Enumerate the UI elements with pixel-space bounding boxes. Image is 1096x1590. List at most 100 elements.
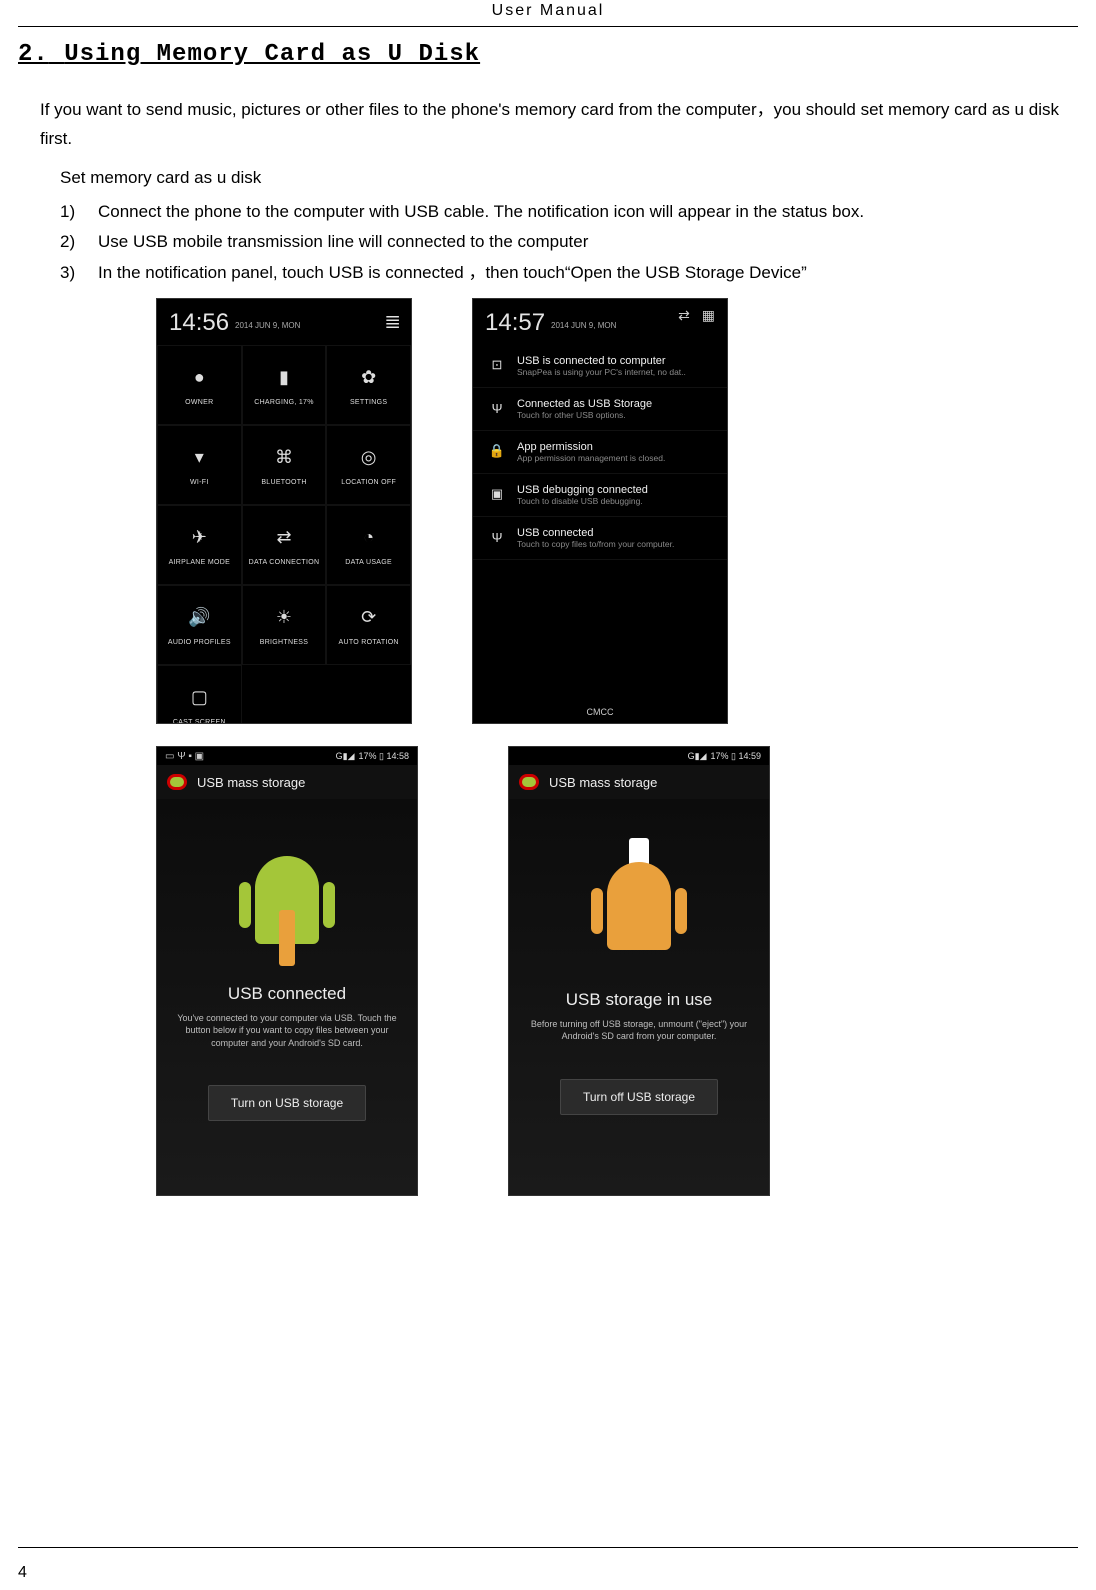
lock-icon: 🔒 xyxy=(487,441,507,461)
date: 2014 JUN 9, MON xyxy=(235,321,300,330)
tile-data-connection[interactable]: ⇄DATA CONNECTION xyxy=(242,505,327,585)
screenshot-notifications: 14:57 2014 JUN 9, MON ⇄ ▦ ⊡USB is connec… xyxy=(472,298,728,724)
tile-brightness[interactable]: ☀ BRIGHTNESS xyxy=(242,585,327,665)
tile-label: BRIGHTNESS xyxy=(260,639,309,646)
section-number: 2. xyxy=(18,41,49,68)
android-robot-icon xyxy=(593,864,685,974)
status-bar: ▭ Ψ ▪ ▣ G▮◢ 17% ▯ 14:58 xyxy=(157,747,417,765)
notif-subtitle: Touch to disable USB debugging. xyxy=(517,496,713,506)
notification-app-permission[interactable]: 🔒 App permissionApp permission management… xyxy=(473,431,727,474)
screenshot-usb-in-use: G▮◢ 17% ▯ 14:59 USB mass storage USB sto… xyxy=(508,746,770,1196)
audio-icon: 🔊 xyxy=(186,605,212,631)
usb-icon: Ψ xyxy=(487,527,507,547)
notif-title: USB debugging connected xyxy=(517,484,713,496)
android-robot-icon xyxy=(241,858,333,968)
step-1-text: Connect the phone to the computer with U… xyxy=(98,197,1078,228)
battery-status: 17% ▯ 14:58 xyxy=(359,751,410,762)
header-title: User Manual xyxy=(18,0,1078,20)
step-1: 1)Connect the phone to the computer with… xyxy=(60,197,1078,228)
step-3-text: In the notification panel, touch USB is … xyxy=(98,258,1078,289)
gear-icon: ✿ xyxy=(356,365,382,391)
turn-off-usb-button[interactable]: Turn off USB storage xyxy=(560,1079,718,1115)
location-icon: ◎ xyxy=(356,445,382,471)
tile-label: OWNER xyxy=(185,399,213,406)
tile-label: SETTINGS xyxy=(350,399,387,406)
screenshot-usb-connected: ▭ Ψ ▪ ▣ G▮◢ 17% ▯ 14:58 USB mass storage… xyxy=(156,746,418,1196)
notif-subtitle: SnapPea is using your PC's internet, no … xyxy=(517,367,713,377)
tile-label: WI-FI xyxy=(190,479,209,486)
title-bar: USB mass storage xyxy=(157,765,417,799)
notifications-list: ⊡ USB is connected to computerSnapPea is … xyxy=(473,345,727,560)
usb-description: You've connected to your computer via US… xyxy=(177,1012,397,1050)
tile-data-usage[interactable]: ◔ DATA USAGE xyxy=(326,505,411,585)
tile-label: CAST SCREEN xyxy=(173,719,226,725)
tile-location[interactable]: ◎ LOCATION OFF xyxy=(326,425,411,505)
android-icon xyxy=(519,774,539,790)
avatar-icon: ● xyxy=(186,365,212,391)
usb-icon: Ψ xyxy=(487,398,507,418)
rotation-icon: ⟳ xyxy=(356,605,382,631)
intro-paragraph: If you want to send music, pictures or o… xyxy=(40,96,1078,154)
status-bar: G▮◢ 17% ▯ 14:59 xyxy=(509,747,769,765)
tile-rotation[interactable]: ⟳ AUTO ROTATION xyxy=(326,585,411,665)
notif-title: Connected as USB Storage xyxy=(517,398,713,410)
tile-charging[interactable]: ▮CHARGING, 17% xyxy=(242,345,327,425)
battery-status: 17% ▯ 14:59 xyxy=(711,751,762,762)
tile-audio[interactable]: 🔊 AUDIO PROFILES xyxy=(157,585,242,665)
tiles-grid: ● OWNER ▮CHARGING, 17% ✿ SETTINGS ▾ WI-FI ⌘… xyxy=(157,345,411,723)
battery-icon: ▮ xyxy=(271,365,297,391)
tile-airplane[interactable]: ✈ AIRPLANE MODE xyxy=(157,505,242,585)
screenshot-quick-settings: 14:56 2014 JUN 9, MON ≣ ● OWNER ▮CHARGING… xyxy=(156,298,412,724)
notif-subtitle: App permission management is closed. xyxy=(517,453,713,463)
tile-label: AIRPLANE MODE xyxy=(169,559,230,566)
subheading: Set memory card as u disk xyxy=(60,164,1078,193)
usb-icon: ⊡ xyxy=(487,355,507,375)
tile-label: BLUETOOTH xyxy=(261,479,306,486)
date: 2014 JUN 9, MON xyxy=(551,321,616,330)
notif-subtitle: Touch to copy files to/from your compute… xyxy=(517,539,713,549)
title-text: USB mass storage xyxy=(197,775,305,790)
step-3: 3)In the notification panel, touch USB i… xyxy=(60,258,1078,289)
turn-on-usb-button[interactable]: Turn on USB storage xyxy=(208,1085,366,1121)
tile-owner[interactable]: ● OWNER xyxy=(157,345,242,425)
signal-icon: G▮◢ xyxy=(688,751,707,762)
step-2: 2)Use USB mobile transmission line will … xyxy=(60,227,1078,258)
page-number: 4 xyxy=(18,1564,27,1582)
clock: 14:56 xyxy=(169,309,229,337)
debug-icon: ▣ xyxy=(487,484,507,504)
title-bar: USB mass storage xyxy=(509,765,769,799)
tile-label: LOCATION OFF xyxy=(341,479,396,486)
notif-title: App permission xyxy=(517,441,713,453)
notification-usb-pc[interactable]: ⊡ USB is connected to computerSnapPea is … xyxy=(473,345,727,388)
tile-label: DATA CONNECTION xyxy=(249,559,320,566)
title-text: USB mass storage xyxy=(549,775,657,790)
usb-description: Before turning off USB storage, unmount … xyxy=(529,1018,749,1043)
wifi-icon: ▾ xyxy=(186,445,212,471)
bluetooth-icon: ⌘ xyxy=(271,445,297,471)
menu-icon[interactable]: ≣ xyxy=(384,309,401,334)
steps-list: 1)Connect the phone to the computer with… xyxy=(60,197,1078,289)
notification-usb-storage[interactable]: ΨConnected as USB StorageTouch for other… xyxy=(473,388,727,431)
notification-usb-debugging[interactable]: ▣ USB debugging connectedTouch to disable… xyxy=(473,474,727,517)
airplane-icon: ✈ xyxy=(186,525,212,551)
android-icon xyxy=(167,774,187,790)
tile-cast[interactable]: ▢CAST SCREEN xyxy=(157,665,242,724)
tile-bluetooth[interactable]: ⌘ BLUETOOTH xyxy=(242,425,327,505)
clock: 14:57 xyxy=(485,309,545,337)
tile-wifi[interactable]: ▾ WI-FI xyxy=(157,425,242,505)
header-rule xyxy=(18,26,1078,27)
usage-icon: ◔ xyxy=(356,525,382,551)
usb-heading: USB connected xyxy=(228,984,346,1004)
tile-label: AUTO ROTATION xyxy=(339,639,399,646)
tile-label: AUDIO PROFILES xyxy=(168,639,231,646)
notification-usb-connected[interactable]: Ψ USB connectedTouch to copy files to/fro… xyxy=(473,517,727,560)
brightness-icon: ☀ xyxy=(271,605,297,631)
step-2-text: Use USB mobile transmission line will co… xyxy=(98,227,1078,258)
tile-settings[interactable]: ✿ SETTINGS xyxy=(326,345,411,425)
tile-label: DATA USAGE xyxy=(345,559,392,566)
usb-heading: USB storage in use xyxy=(566,990,712,1010)
notif-title: USB is connected to computer xyxy=(517,355,713,367)
section-title: 2. Using Memory Card as U Disk xyxy=(18,41,1078,68)
section-heading: Using Memory Card as U Disk xyxy=(64,41,480,68)
notif-title: USB connected xyxy=(517,527,713,539)
